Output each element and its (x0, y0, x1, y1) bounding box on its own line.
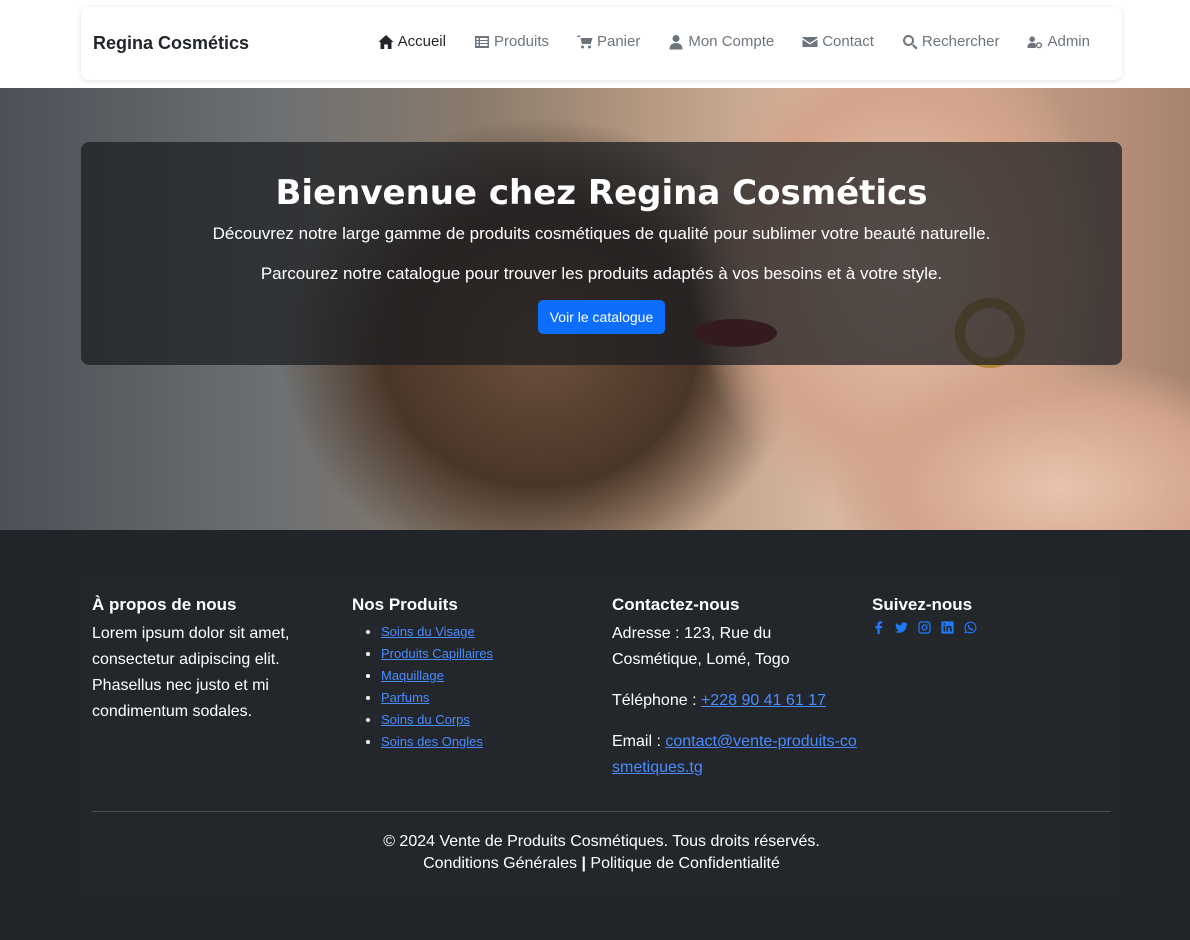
cart-icon (577, 35, 593, 48)
list-item: Soins du Corps (381, 709, 592, 731)
contact-phone: Téléphone : +228 90 41 61 17 (612, 688, 857, 714)
contact-address: Adresse : 123, Rue du Cosmétique, Lomé, … (612, 625, 790, 668)
view-catalog-button[interactable]: Voir le catalogue (537, 300, 666, 334)
hero-subtext: Parcourez notre catalogue pour trouver l… (260, 264, 943, 283)
instagram-icon[interactable] (918, 621, 931, 634)
nav-item-produits[interactable]: Produits (474, 33, 549, 50)
list-item: Maquillage (381, 665, 592, 687)
list-item: Soins du Visage (381, 621, 592, 643)
products-section: Nos Produits Soins du Visage Produits Ca… (352, 595, 592, 753)
terms-link[interactable]: Conditions Générales (423, 855, 577, 872)
nav-item-panier[interactable]: Panier (577, 33, 640, 50)
nav-item-rechercher[interactable]: Rechercher (902, 33, 1000, 50)
products-title: Nos Produits (352, 595, 458, 614)
product-link-parfums[interactable]: Parfums (381, 690, 429, 705)
nav-label: Admin (1047, 33, 1090, 50)
nav-label: Produits (493, 33, 549, 50)
list-item: Produits Capillaires (381, 643, 592, 665)
nav-item-mon-compte[interactable]: Mon Compte (668, 33, 774, 50)
contact-title: Contactez-nous (612, 595, 740, 614)
welcome-card: Bienvenue chez Regina Cosmétics Découvre… (81, 142, 1122, 365)
main-nav: Accueil Produits Panier Mon Compte Conta… (378, 33, 1090, 50)
hero-description: Découvrez notre large gamme de produits … (212, 224, 991, 243)
footer: À propos de nous Lorem ipsum dolor sit a… (0, 530, 1190, 940)
list-item: Soins des Ongles (381, 731, 592, 753)
product-link-capillaires[interactable]: Produits Capillaires (381, 646, 493, 661)
search-icon (902, 34, 918, 49)
product-link-soins-ongles[interactable]: Soins des Ongles (381, 734, 483, 749)
legal-links: Conditions Générales | Politique de Conf… (81, 855, 1122, 873)
twitter-icon[interactable] (895, 621, 908, 634)
home-icon (378, 34, 394, 49)
header-bar: Regina Cosmétics Accueil Produits Panier… (0, 0, 1190, 88)
list-icon (474, 35, 489, 48)
product-link-soins-visage[interactable]: Soins du Visage (381, 624, 475, 639)
product-link-maquillage[interactable]: Maquillage (381, 668, 444, 683)
phone-label: Téléphone : (612, 692, 701, 709)
about-title: À propos de nous (92, 595, 237, 614)
hero-banner: Bienvenue chez Regina Cosmétics Découvre… (0, 88, 1190, 530)
social-title: Suivez-nous (872, 595, 973, 614)
nav-item-accueil[interactable]: Accueil (378, 33, 446, 50)
user-icon (669, 34, 683, 49)
social-icons (872, 621, 1072, 634)
brand-logo[interactable]: Regina Cosmétics (93, 33, 249, 54)
email-label: Email : (612, 733, 666, 750)
navbar: Regina Cosmétics Accueil Produits Panier… (81, 7, 1122, 80)
nav-item-admin[interactable]: Admin (1027, 33, 1090, 50)
footer-divider (92, 811, 1111, 812)
products-list: Soins du Visage Produits Capillaires Maq… (352, 621, 592, 753)
about-text: Lorem ipsum dolor sit amet, consectetur … (92, 625, 290, 720)
contact-email: Email : contact@vente-produits-cosmetiqu… (612, 729, 857, 781)
phone-link[interactable]: +228 90 41 61 17 (701, 692, 826, 709)
nav-label: Rechercher (921, 33, 1000, 50)
facebook-icon[interactable] (872, 621, 885, 634)
envelope-icon (802, 36, 818, 47)
nav-label: Panier (596, 33, 641, 50)
contact-section: Contactez-nous Adresse : 123, Rue du Cos… (612, 595, 857, 796)
linkedin-icon[interactable] (941, 621, 954, 634)
nav-label: Contact (822, 33, 874, 50)
legal-separator: | (581, 855, 586, 872)
copyright-text: © 2024 Vente de Produits Cosmétiques. To… (383, 833, 820, 850)
product-link-soins-corps[interactable]: Soins du Corps (381, 712, 470, 727)
nav-item-contact[interactable]: Contact (802, 33, 874, 50)
hero-title: Bienvenue chez Regina Cosmétics (275, 173, 928, 213)
privacy-link[interactable]: Politique de Confidentialité (590, 855, 779, 872)
user-gear-icon (1027, 35, 1043, 48)
footer-container: À propos de nous Lorem ipsum dolor sit a… (81, 575, 1122, 895)
whatsapp-icon[interactable] (964, 621, 977, 634)
nav-label: Accueil (397, 33, 446, 50)
social-section: Suivez-nous (872, 595, 1072, 634)
list-item: Parfums (381, 687, 592, 709)
nav-label: Mon Compte (688, 33, 775, 50)
about-section: À propos de nous Lorem ipsum dolor sit a… (92, 595, 332, 725)
